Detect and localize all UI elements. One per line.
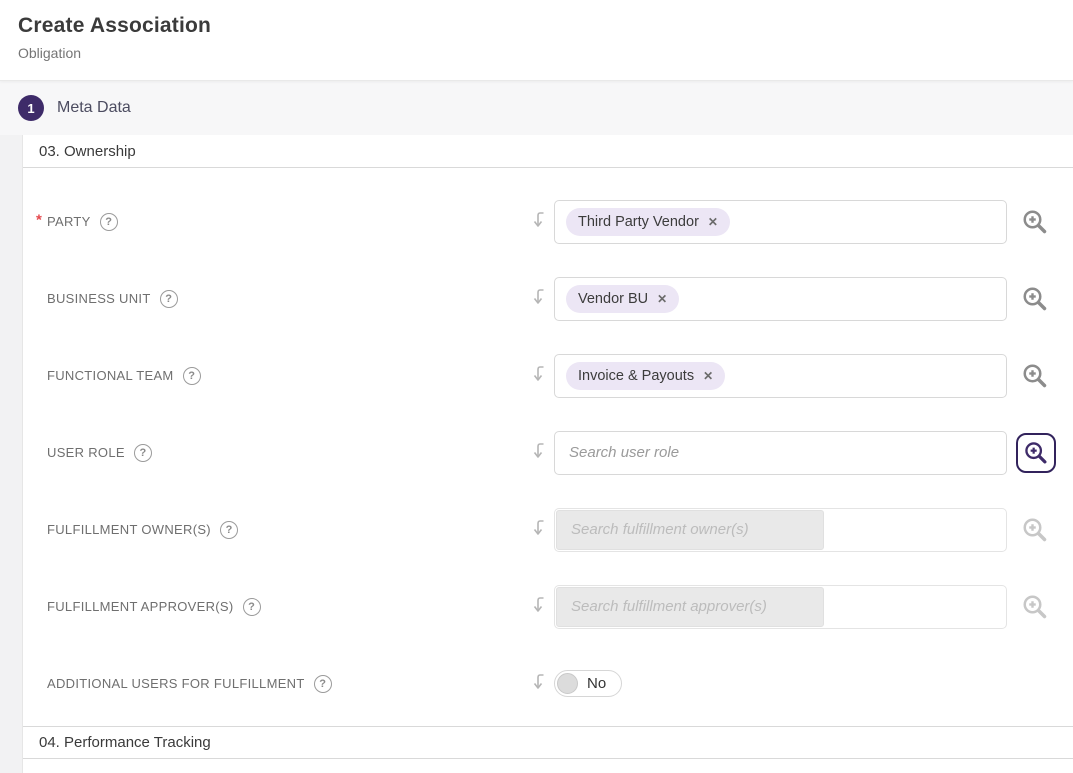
arrow-down-icon [530, 673, 546, 695]
tag-label: Vendor BU [578, 291, 648, 307]
help-glyph: ? [319, 678, 326, 690]
field-row-party: * PARTY ? Third Party Vendor ✕ [23, 183, 1073, 260]
field-row-business-unit: BUSINESS UNIT ? Vendor BU ✕ [23, 260, 1073, 337]
help-icon[interactable]: ? [183, 367, 201, 385]
zoom-search-icon[interactable] [1020, 207, 1050, 237]
disabled-search-area: Search fulfillment owner(s) [556, 510, 824, 550]
tag-remove-icon[interactable]: ✕ [657, 293, 667, 305]
section-header-performance-tracking[interactable]: 04. Performance Tracking [23, 726, 1073, 759]
help-glyph: ? [165, 293, 172, 305]
help-glyph: ? [248, 601, 255, 613]
toggle-value: No [587, 675, 616, 692]
help-glyph: ? [188, 370, 195, 382]
tag-chip: Vendor BU ✕ [566, 285, 679, 313]
functional-team-input[interactable]: Invoice & Payouts ✕ [554, 354, 1007, 398]
field-row-additional-users: ADDITIONAL USERS FOR FULFILLMENT ? No [23, 645, 1073, 722]
help-icon[interactable]: ? [100, 213, 118, 231]
tag-chip: Invoice & Payouts ✕ [566, 362, 725, 390]
additional-users-toggle[interactable]: No [554, 670, 622, 697]
help-icon[interactable]: ? [160, 290, 178, 308]
content-area: 03. Ownership * PARTY ? Third Party Vend… [0, 135, 1073, 773]
arrow-down-icon [530, 365, 546, 387]
arrow-down-icon [530, 442, 546, 464]
field-control-group [530, 431, 1073, 475]
zoom-search-icon-disabled [1020, 592, 1050, 622]
page-title: Create Association [18, 14, 1055, 38]
field-row-fulfillment-approvers: FULFILLMENT APPROVER(S) ? Search fulfill… [23, 568, 1073, 645]
field-control-group: Invoice & Payouts ✕ [530, 354, 1073, 398]
zoom-search-icon[interactable] [1020, 284, 1050, 314]
disabled-search-area: Search fulfillment approver(s) [556, 587, 824, 627]
wizard-step-bar: 1 Meta Data [0, 81, 1073, 135]
user-role-input-box [554, 431, 1007, 475]
fulfillment-approvers-input-disabled: Search fulfillment approver(s) [554, 585, 1007, 629]
arrow-down-icon [530, 288, 546, 310]
arrow-down-icon [530, 519, 546, 541]
field-label-group: FULFILLMENT APPROVER(S) ? [23, 598, 530, 616]
toggle-knob [557, 673, 578, 694]
field-label: PARTY [47, 214, 91, 229]
field-control-group: Third Party Vendor ✕ [530, 200, 1073, 244]
arrow-down-icon [530, 596, 546, 618]
section-header-ownership[interactable]: 03. Ownership [23, 135, 1073, 168]
party-input[interactable]: Third Party Vendor ✕ [554, 200, 1007, 244]
help-icon[interactable]: ? [243, 598, 261, 616]
zoom-search-icon-active[interactable] [1016, 433, 1056, 473]
help-glyph: ? [105, 216, 112, 228]
section-title: 03. Ownership [39, 143, 136, 160]
tag-remove-icon[interactable]: ✕ [703, 370, 713, 382]
help-glyph: ? [139, 447, 146, 459]
field-label: ADDITIONAL USERS FOR FULFILLMENT [47, 676, 305, 691]
tag-label: Third Party Vendor [578, 214, 699, 230]
tag-chip: Third Party Vendor ✕ [566, 208, 730, 236]
form-panel: 03. Ownership * PARTY ? Third Party Vend… [22, 135, 1073, 773]
required-asterisk: * [36, 211, 42, 228]
business-unit-input[interactable]: Vendor BU ✕ [554, 277, 1007, 321]
tag-label: Invoice & Payouts [578, 368, 694, 384]
field-row-fulfillment-owners: FULFILLMENT OWNER(S) ? Search fulfillmen… [23, 491, 1073, 568]
arrow-down-icon [530, 211, 546, 233]
field-row-user-role: USER ROLE ? [23, 414, 1073, 491]
zoom-search-icon[interactable] [1020, 361, 1050, 391]
field-label-group: USER ROLE ? [23, 444, 530, 462]
help-icon[interactable]: ? [134, 444, 152, 462]
field-label-group: FUNCTIONAL TEAM ? [23, 367, 530, 385]
field-label: FULFILLMENT OWNER(S) [47, 522, 211, 537]
field-label: FUNCTIONAL TEAM [47, 368, 174, 383]
field-control-group: Vendor BU ✕ [530, 277, 1073, 321]
tag-remove-icon[interactable]: ✕ [708, 216, 718, 228]
section-title: 04. Performance Tracking [39, 734, 211, 751]
step-number-badge[interactable]: 1 [18, 95, 44, 121]
field-label: BUSINESS UNIT [47, 291, 151, 306]
ownership-form: * PARTY ? Third Party Vendor ✕ [23, 168, 1073, 722]
field-label: FULFILLMENT APPROVER(S) [47, 599, 234, 614]
field-label: USER ROLE [47, 445, 125, 460]
user-role-search-input[interactable] [560, 432, 1001, 474]
field-control-group: Search fulfillment approver(s) [530, 585, 1073, 629]
zoom-search-icon-disabled [1020, 515, 1050, 545]
field-label-group: ADDITIONAL USERS FOR FULFILLMENT ? [23, 675, 530, 693]
step-label[interactable]: Meta Data [57, 99, 131, 117]
page-header: Create Association Obligation [0, 0, 1073, 81]
field-label-group: FULFILLMENT OWNER(S) ? [23, 521, 530, 539]
field-label-group: * PARTY ? [23, 213, 530, 231]
field-control-group: Search fulfillment owner(s) [530, 508, 1073, 552]
fulfillment-owners-input-disabled: Search fulfillment owner(s) [554, 508, 1007, 552]
field-control-group: No [530, 670, 1073, 697]
page-subtitle: Obligation [18, 45, 1055, 61]
help-icon[interactable]: ? [314, 675, 332, 693]
help-glyph: ? [226, 524, 233, 536]
field-label-group: BUSINESS UNIT ? [23, 290, 530, 308]
field-row-functional-team: FUNCTIONAL TEAM ? Invoice & Payouts ✕ [23, 337, 1073, 414]
help-icon[interactable]: ? [220, 521, 238, 539]
